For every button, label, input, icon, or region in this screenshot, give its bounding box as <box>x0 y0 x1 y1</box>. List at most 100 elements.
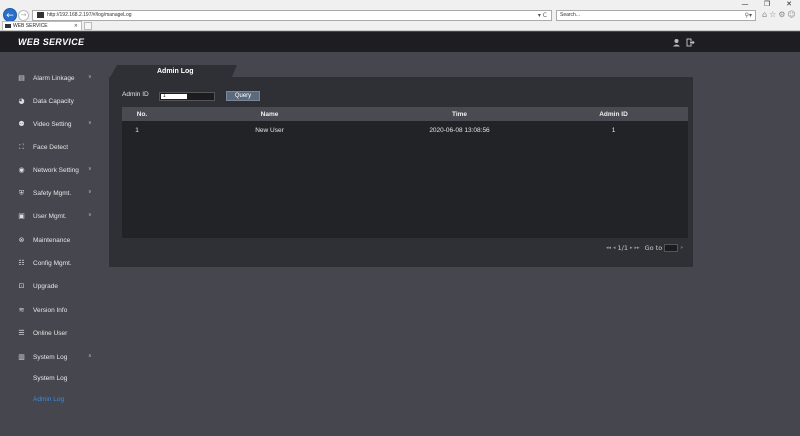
sidebar-item-label: Maintenance <box>33 236 71 244</box>
pie-chart-icon: ◕ <box>18 96 25 105</box>
sidebar-item-online-user[interactable]: ☰ Online User <box>17 327 105 339</box>
user-card-icon: ▣ <box>18 211 25 220</box>
back-button[interactable]: ← <box>3 8 17 22</box>
chevron-down-icon: ∨ <box>88 120 92 126</box>
shield-icon: ⛨ <box>18 188 25 197</box>
cell-name: New User <box>255 127 284 134</box>
sidebar-item-label: Video Setting <box>33 120 72 128</box>
video-icon: ⚉ <box>18 119 25 128</box>
sidebar-item-label: Safety Mgmt. <box>33 189 72 197</box>
home-icon[interactable]: ⌂ <box>762 10 767 19</box>
sidebar-item-alarm-linkage[interactable]: ▤ Alarm Linkage ∨ <box>17 72 105 84</box>
cell-admin-id: 1 <box>611 127 616 134</box>
goto-label: Go to <box>644 244 663 252</box>
upgrade-icon: ⊡ <box>18 281 25 290</box>
tab-label: Admin Log <box>157 68 194 75</box>
sidebar-item-label: Online User <box>33 329 68 337</box>
tab-title: WEB SERVICE <box>13 23 48 29</box>
search-icon[interactable]: ⚲▾ <box>745 11 752 20</box>
sidebar-item-system-log[interactable]: ▥ System Log ∧ <box>17 351 105 363</box>
smiley-icon[interactable]: ☺ <box>787 10 795 19</box>
close-window-button[interactable]: ✕ <box>778 0 800 9</box>
sidebar-item-label: Config Mgmt. <box>33 259 72 267</box>
brand-title: WEB SERVICE <box>18 37 85 47</box>
cell-no: 1 <box>135 127 139 134</box>
sidebar-item-label: User Mgmt. <box>33 212 67 220</box>
sidebar-item-label: Alarm Linkage <box>33 74 75 82</box>
chevron-down-icon: ∨ <box>88 74 92 80</box>
goto-input[interactable] <box>664 244 679 252</box>
column-header-admin-id: Admin ID <box>599 111 628 118</box>
new-tab-button[interactable] <box>84 22 92 30</box>
sidebar-item-label: System Log <box>33 353 68 361</box>
face-detect-icon: ⛶ <box>19 142 24 151</box>
sidebar-item-maintenance[interactable]: ⊗ Maintenance <box>17 234 105 246</box>
query-button[interactable]: Query <box>226 91 260 101</box>
sidebar-item-network-setting[interactable]: ◉ Network Setting ∨ <box>17 164 105 176</box>
sidebar-item-label: Network Setting <box>33 166 79 174</box>
layers-icon: ≋ <box>18 305 25 314</box>
cell-time: 2020-06-08 13:08:56 <box>429 127 490 134</box>
log-icon: ▥ <box>18 352 25 361</box>
admin-id-input[interactable]: 1 <box>159 92 215 101</box>
url-text: http://192.168.2.197/#/log/manageLog <box>47 12 132 18</box>
browser-search-input[interactable]: Search... ⚲▾ <box>556 10 756 21</box>
first-page-icon[interactable]: ◂◂ <box>606 245 611 251</box>
sidebar-item-user-mgmt[interactable]: ▣ User Mgmt. ∨ <box>17 210 105 222</box>
prev-page-icon[interactable]: ◂ <box>613 245 616 251</box>
sidebar-item-data-capacity[interactable]: ◕ Data Capacity <box>17 95 105 107</box>
browser-tools: ⌂ ☆ ⚙ ☺ <box>762 10 796 19</box>
pagination: ◂◂ ◂ 1/1 ▸ ▸▸ Go to » <box>606 243 683 253</box>
globe-icon: ◉ <box>18 165 25 174</box>
browser-chrome: — ❐ ✕ ← → http://192.168.2.197/#/log/man… <box>0 0 800 31</box>
minimize-button[interactable]: — <box>734 0 756 9</box>
logout-icon[interactable] <box>686 38 695 47</box>
favicon-icon <box>5 24 11 28</box>
close-tab-icon[interactable]: × <box>74 22 78 30</box>
sidebar-item-video-setting[interactable]: ⚉ Video Setting ∨ <box>17 118 105 130</box>
sidebar-item-label: Data Capacity <box>33 97 74 105</box>
column-header-no: No. <box>136 111 148 118</box>
address-bar[interactable]: http://192.168.2.197/#/log/manageLog ▾ C <box>32 10 552 21</box>
page-indicator: 1/1 <box>617 244 629 252</box>
sidebar-item-config-mgmt[interactable]: ☷ Config Mgmt. <box>17 257 105 269</box>
search-placeholder: Search... <box>560 12 581 18</box>
sidebar: ▤ Alarm Linkage ∨ ◕ Data Capacity ⚉ Vide… <box>0 52 108 436</box>
sliders-icon: ☷ <box>18 258 25 267</box>
forward-button[interactable]: → <box>18 10 29 21</box>
column-header-time: Time <box>451 111 468 118</box>
subitem-system-log[interactable]: System Log <box>33 375 67 382</box>
browser-tab[interactable]: WEB SERVICE × <box>2 21 82 30</box>
next-page-icon[interactable]: ▸ <box>630 245 633 251</box>
last-page-icon[interactable]: ▸▸ <box>635 245 640 251</box>
app-header: WEB SERVICE <box>0 32 800 52</box>
user-icon[interactable] <box>672 38 681 47</box>
window-controls: — ❐ ✕ <box>734 0 800 9</box>
table-header: No. Name Time Admin ID <box>122 107 688 121</box>
sidebar-item-label: Upgrade <box>33 282 58 290</box>
admin-id-label: Admin ID <box>122 91 149 98</box>
admin-log-panel: Admin ID 1 Query No. Name Time Admin ID … <box>109 77 693 267</box>
sidebar-item-label: Face Detect <box>33 143 69 151</box>
sidebar-item-face-detect[interactable]: ⛶ Face Detect <box>17 141 105 153</box>
chevron-down-icon: ∨ <box>88 189 92 195</box>
chevron-up-icon: ∧ <box>88 353 92 359</box>
sidebar-item-version-info[interactable]: ≋ Version Info <box>17 304 105 316</box>
list-icon: ☰ <box>18 328 25 337</box>
settings-icon[interactable]: ⚙ <box>778 10 785 19</box>
admin-id-value: 1 <box>161 94 187 99</box>
maintenance-icon: ⊗ <box>18 235 25 244</box>
page-icon <box>37 11 44 18</box>
table-body: 1 New User 2020-06-08 13:08:56 1 <box>122 121 688 238</box>
favorites-icon[interactable]: ☆ <box>769 10 776 19</box>
restore-button[interactable]: ❐ <box>756 0 778 9</box>
subitem-admin-log[interactable]: Admin Log <box>33 396 64 403</box>
chevron-down-icon: ∨ <box>88 212 92 218</box>
refresh-icon[interactable]: ▾ C <box>538 11 547 20</box>
sidebar-item-upgrade[interactable]: ⊡ Upgrade <box>17 280 105 292</box>
goto-arrow-icon[interactable]: » <box>680 245 683 251</box>
chevron-down-icon: ∨ <box>88 166 92 172</box>
alarm-icon: ▤ <box>18 73 25 82</box>
sidebar-item-label: Version Info <box>33 306 68 314</box>
sidebar-item-safety-mgmt[interactable]: ⛨ Safety Mgmt. ∨ <box>17 187 105 199</box>
